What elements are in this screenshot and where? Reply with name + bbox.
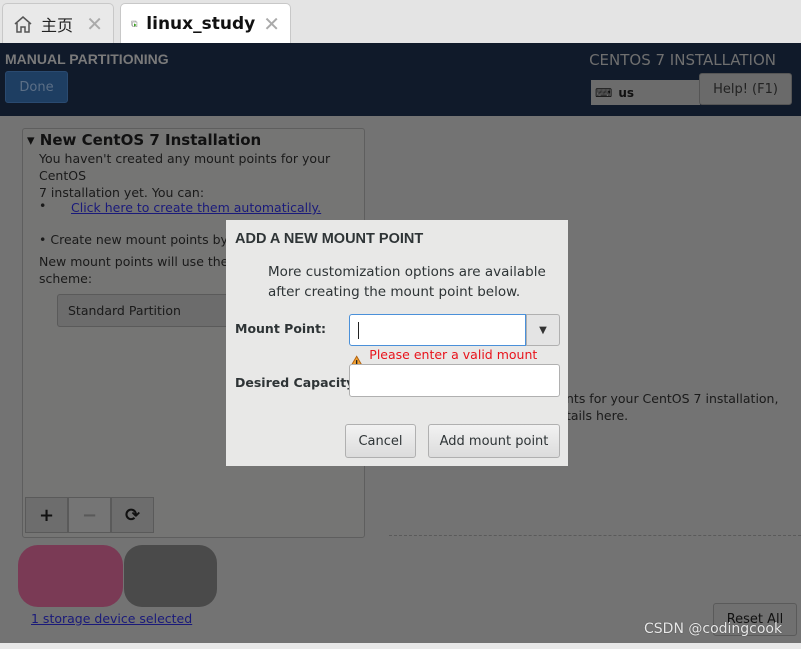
mount-point-toolbar: + − ⟳ [25, 497, 154, 533]
total-space-redacted [124, 545, 217, 607]
product-title: CENTOS 7 INSTALLATION [589, 51, 776, 69]
done-button[interactable]: Done [5, 71, 68, 103]
close-icon[interactable]: ✕ [86, 12, 103, 36]
add-mount-point-dialog: ADD A NEW MOUNT POINT More customization… [226, 220, 568, 466]
partition-scheme-dropdown[interactable]: Standard Partition [57, 294, 237, 327]
help-button[interactable]: Help! (F1) [699, 73, 792, 105]
installation-title[interactable]: ▾ New CentOS 7 Installation [27, 131, 261, 149]
cancel-button[interactable]: Cancel [345, 424, 416, 458]
refresh-button[interactable]: ⟳ [111, 497, 154, 533]
keyboard-layout-indicator[interactable]: ⌨ us [591, 80, 700, 105]
tab-label: 主页 [41, 15, 74, 35]
right-info-text: nts for your CentOS 7 installation, [566, 391, 779, 406]
auto-create-link[interactable]: Click here to create them automatically. [71, 199, 321, 216]
tab-label: linux_study [146, 13, 256, 34]
mount-point-label: Mount Point: [235, 321, 327, 336]
add-mount-point-button[interactable]: + [25, 497, 68, 533]
close-icon[interactable]: ✕ [263, 12, 280, 36]
tab-home[interactable]: 主页 ✕ [2, 3, 114, 43]
mount-point-input[interactable] [349, 314, 526, 346]
vm-play-icon [131, 20, 138, 27]
chevron-down-icon: ▼ [539, 324, 547, 336]
dialog-description: More customization options are available… [268, 264, 546, 300]
keyboard-layout: us [618, 85, 635, 100]
storage-device-link[interactable]: 1 storage device selected [31, 611, 192, 626]
dialog-title: ADD A NEW MOUNT POINT [235, 231, 424, 247]
scheme-text: New mount points will use the f scheme: [39, 254, 237, 286]
browser-tab-bar: 主页 ✕ linux_study ✕ [0, 0, 801, 43]
watermark: CSDN @codingcook [644, 621, 783, 637]
desired-capacity-input[interactable] [349, 364, 560, 397]
right-info-text: tails here. [566, 408, 629, 423]
add-mount-point-confirm-button[interactable]: Add mount point [428, 424, 560, 458]
divider [389, 535, 801, 536]
page-title: MANUAL PARTITIONING [5, 51, 169, 67]
create-text: • Create new mount points by c [39, 232, 239, 247]
keyboard-icon: ⌨ [595, 85, 613, 100]
remove-mount-point-button[interactable]: − [68, 497, 111, 533]
tab-linux-study[interactable]: linux_study ✕ [120, 3, 291, 43]
home-icon [14, 15, 32, 33]
available-space-redacted [18, 545, 123, 607]
bullet: • [39, 198, 47, 213]
mount-point-dropdown-button[interactable]: ▼ [526, 314, 560, 346]
bottom-bar [0, 643, 801, 649]
capacity-label: Desired Capacity: [235, 375, 360, 390]
installer-header: MANUAL PARTITIONING Done CENTOS 7 INSTAL… [0, 43, 801, 116]
intro-text: You haven't created any mount points for… [39, 151, 331, 200]
